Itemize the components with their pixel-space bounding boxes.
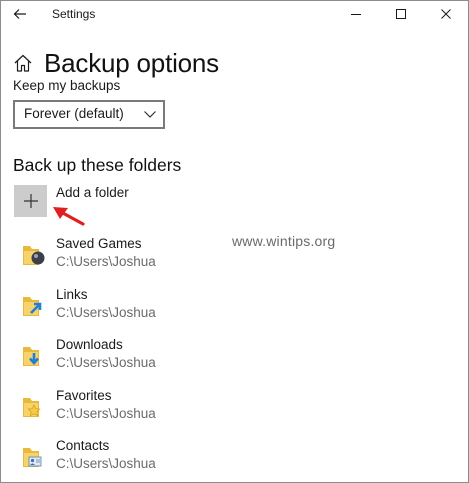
- watermark-text: www.wintips.org: [232, 233, 336, 249]
- links-folder-icon: [23, 297, 42, 316]
- plus-icon: [23, 194, 38, 208]
- dropdown-selected-value: Forever (default): [24, 106, 124, 121]
- add-folder-label[interactable]: Add a folder: [56, 185, 129, 200]
- home-icon[interactable]: [13, 53, 33, 73]
- minimize-icon: [350, 14, 361, 15]
- favorites-folder-icon: [23, 398, 41, 417]
- folder-path: C:\Users\Joshua: [56, 254, 156, 269]
- folder-path: C:\Users\Joshua: [56, 406, 156, 421]
- list-item[interactable]: Contacts C:\Users\Joshua: [15, 438, 215, 478]
- red-arrow-annotation: [53, 207, 85, 226]
- list-item[interactable]: Favorites C:\Users\Joshua: [15, 388, 215, 428]
- maximize-button[interactable]: [378, 1, 423, 27]
- keep-backups-label: Keep my backups: [13, 78, 121, 93]
- page-title: Backup options: [44, 47, 219, 78]
- page-header: Backup options: [13, 46, 219, 80]
- saved-games-folder-icon: [23, 246, 45, 265]
- minimize-button[interactable]: [333, 1, 378, 27]
- add-folder-button[interactable]: [14, 185, 47, 217]
- keep-backups-dropdown[interactable]: Forever (default): [13, 100, 165, 129]
- folder-name: Contacts: [56, 438, 110, 453]
- list-item[interactable]: Links C:\Users\Joshua: [15, 287, 215, 327]
- title-bar: Settings: [1, 1, 468, 27]
- back-button[interactable]: [7, 3, 33, 25]
- downloads-folder-icon: [23, 347, 39, 366]
- folder-name: Favorites: [56, 388, 112, 403]
- folder-path: C:\Users\Joshua: [56, 456, 156, 471]
- section-title: Back up these folders: [13, 155, 182, 175]
- folder-name: Saved Games: [56, 236, 142, 251]
- list-item[interactable]: Downloads C:\Users\Joshua: [15, 337, 215, 377]
- folder-path: C:\Users\Joshua: [56, 355, 156, 370]
- folder-name: Links: [56, 287, 88, 302]
- close-icon: [440, 9, 451, 19]
- close-button[interactable]: [423, 1, 468, 27]
- maximize-icon: [395, 9, 406, 19]
- chevron-down-icon: [144, 111, 156, 118]
- back-arrow-icon: [13, 9, 26, 19]
- folder-name: Downloads: [56, 337, 123, 352]
- contacts-folder-icon: [23, 448, 42, 467]
- list-item[interactable]: Saved Games C:\Users\Joshua: [15, 236, 215, 276]
- settings-window: Settings Backup options Keep my backups …: [0, 0, 469, 483]
- window-controls: [333, 1, 468, 27]
- window-title: Settings: [52, 7, 96, 21]
- folder-path: C:\Users\Joshua: [56, 305, 156, 320]
